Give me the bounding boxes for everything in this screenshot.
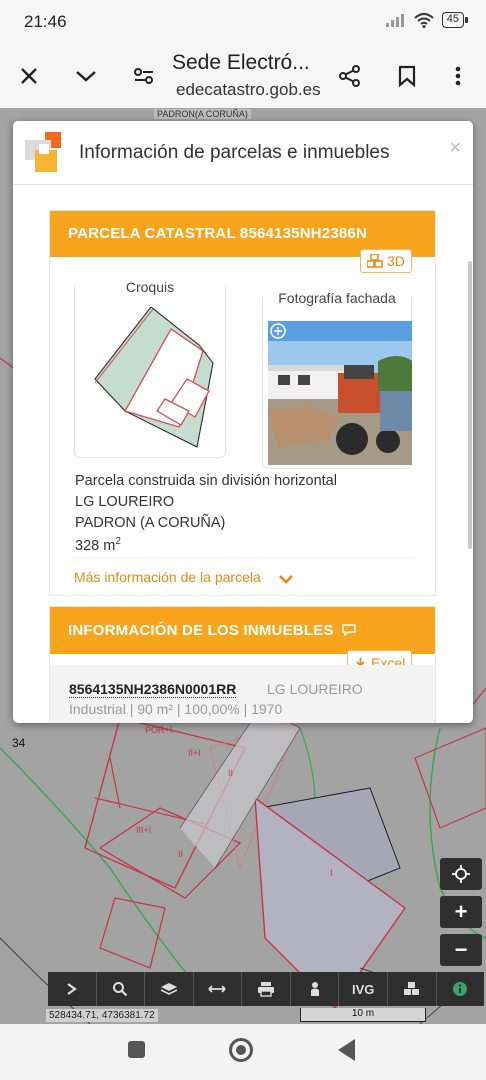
facade-photo-card[interactable]: Fotografía fachada: [262, 290, 412, 469]
property-meta: Industrial | 90 m² | 100,00% | 1970: [69, 701, 283, 717]
browser-toolbar: Sede Electró... edecatastro.gob.es: [0, 44, 486, 108]
signal-icon: [385, 14, 404, 27]
more-parcel-info-label: Más información de la parcela: [74, 569, 261, 585]
sketch-card[interactable]: Croquis: [74, 279, 226, 458]
expand-icon[interactable]: [48, 972, 97, 1006]
map-scale: 10 m: [300, 1008, 426, 1022]
locate-icon[interactable]: [440, 858, 482, 890]
parcel-area-value: 328 m: [75, 537, 116, 554]
close-icon[interactable]: [15, 62, 43, 90]
property-address: LG LOUREIRO: [267, 681, 363, 697]
plot-label: III+I: [136, 825, 152, 835]
back-button[interactable]: [338, 1039, 355, 1061]
info-icon[interactable]: [437, 972, 485, 1006]
map-toolbar: IVG: [48, 972, 484, 1006]
map-coordinates: 528434.71, 4736381.72: [46, 1009, 158, 1022]
status-time: 21:46: [24, 12, 67, 31]
plot-label: II: [228, 768, 234, 778]
table-row[interactable]: 8564135NH2386N0001RR LG LOUREIRO Industr…: [50, 665, 435, 723]
3d-icon: [367, 254, 383, 268]
close-button[interactable]: ×: [449, 137, 461, 160]
recent-apps-button[interactable]: [128, 1041, 145, 1058]
system-nav-bar: [0, 1024, 486, 1080]
chevron-down-icon: [278, 575, 293, 584]
zoom-out-button[interactable]: −: [440, 934, 482, 966]
dialog-body[interactable]: PARCELA CATASTRAL 8564135NH2386N 3D Croq…: [13, 186, 473, 723]
map-place-label: PADRON(A CORUÑA): [154, 109, 251, 119]
plot-label: II: [178, 849, 184, 859]
view-3d-label: 3D: [387, 253, 405, 269]
properties-header: INFORMACIÓN DE LOS INMUEBLES: [50, 607, 435, 654]
site-settings-icon[interactable]: [130, 62, 158, 90]
parcel-area: 328 m2: [75, 536, 121, 554]
sketch-label: Croquis: [75, 279, 225, 295]
more-parcel-info-link[interactable]: Más información de la parcela: [74, 569, 293, 585]
map-contour-number: 34: [12, 736, 26, 750]
catastro-logo: [25, 132, 61, 172]
parcel-municipality: PADRON (A CORUÑA): [75, 515, 226, 531]
dialog-title: Información de parcelas e inmuebles: [79, 142, 390, 163]
parcel-locality: LG LOUREIRO: [75, 494, 175, 510]
measure-icon[interactable]: [194, 972, 243, 1006]
view-3d-button[interactable]: 3D: [360, 249, 412, 273]
zoom-in-button[interactable]: +: [440, 896, 482, 928]
layers-icon[interactable]: [145, 972, 194, 1006]
properties-header-label: INFORMACIÓN DE LOS INMUEBLES: [68, 622, 334, 639]
search-icon[interactable]: [97, 972, 146, 1006]
plot-label: POR+I: [145, 725, 173, 735]
street-view-icon[interactable]: [291, 972, 340, 1006]
facade-photo: [268, 321, 412, 465]
more-menu-icon[interactable]: [444, 62, 472, 90]
facade-photo-label: Fotografía fachada: [263, 290, 411, 306]
page-title[interactable]: Sede Electró...: [172, 51, 310, 75]
divider: [74, 557, 414, 558]
chevron-down-icon[interactable]: [72, 62, 100, 90]
battery-icon: 45: [441, 12, 469, 28]
print-icon[interactable]: [242, 972, 291, 1006]
parcel-panel: PARCELA CATASTRAL 8564135NH2386N 3D Croq…: [49, 210, 436, 596]
dialog-header: Información de parcelas e inmuebles ×: [13, 121, 473, 185]
status-icons: 45: [385, 12, 469, 28]
parcel-description: Parcela construida sin división horizont…: [75, 473, 337, 489]
bookmark-icon[interactable]: [393, 62, 421, 90]
status-bar: 21:46 45: [0, 0, 486, 44]
plot-label: II+I: [188, 748, 201, 758]
property-reference-link[interactable]: 8564135NH2386N0001RR: [69, 681, 237, 698]
ivg-button[interactable]: IVG: [339, 972, 388, 1006]
properties-panel: INFORMACIÓN DE LOS INMUEBLES Excel 85641…: [49, 606, 436, 723]
3d-icon[interactable]: [388, 972, 437, 1006]
parcel-sketch: [94, 307, 214, 448]
share-icon[interactable]: [336, 62, 364, 90]
page-url[interactable]: edecatastro.gob.es: [176, 80, 321, 100]
wifi-icon: [414, 12, 434, 28]
parcel-area-unit: 2: [115, 536, 121, 547]
parcel-info-dialog: Información de parcelas e inmuebles × PA…: [13, 121, 473, 723]
plot-label: I: [330, 868, 333, 878]
home-button[interactable]: [229, 1038, 253, 1062]
comment-icon: [342, 624, 356, 637]
scrollbar[interactable]: [468, 261, 472, 549]
